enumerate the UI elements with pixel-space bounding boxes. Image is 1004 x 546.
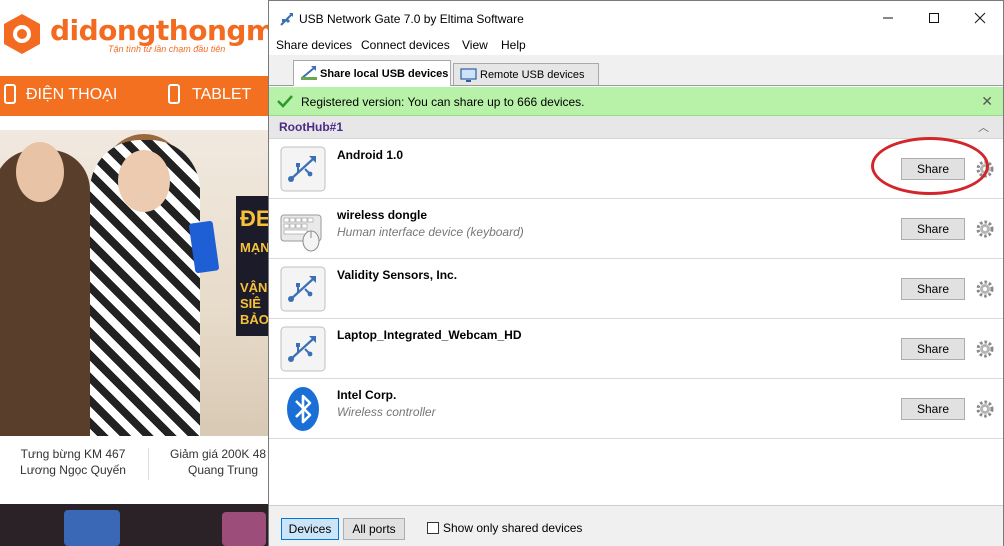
roothub-header[interactable]: RootHub#1 ︿ <box>269 116 1003 139</box>
gear-icon[interactable] <box>975 159 995 179</box>
tab-remote-usb[interactable]: Remote USB devices <box>453 63 599 85</box>
close-icon <box>974 12 986 24</box>
title-bar[interactable]: USB Network Gate 7.0 by Eltima Software <box>269 1 1003 35</box>
tab-strip: Share local USB devices Remote USB devic… <box>269 55 1003 86</box>
promo-item[interactable]: Tưng bừng KM 467 Lương Ngọc Quyến <box>18 446 128 478</box>
promo-strip: Tưng bừng KM 467 Lương Ngọc Quyến Giảm g… <box>0 446 270 486</box>
share-button[interactable]: Share <box>901 398 965 420</box>
menu-share-devices[interactable]: Share devices <box>276 38 352 52</box>
menu-bar: Share devices Connect devices View Help <box>269 35 1003 55</box>
maximize-button[interactable] <box>911 1 957 35</box>
promo-line: Quang Trung <box>188 463 259 477</box>
device-name: Validity Sensors, Inc. <box>337 268 458 282</box>
show-only-shared-label: Show only shared devices <box>443 521 583 535</box>
gear-icon[interactable] <box>975 219 995 239</box>
device-name: Laptop_Integrated_Webcam_HD <box>337 328 522 342</box>
hero-banner-image[interactable]: ĐE MẠN VẬN SIÊ BẢO <box>0 130 270 436</box>
promo-line: Tưng bừng KM 467 <box>20 447 126 461</box>
promo-line: Giảm giá 200K 48 <box>170 447 267 461</box>
tablet-icon <box>168 84 180 104</box>
device-name: wireless dongle <box>337 208 428 222</box>
all-ports-view-button[interactable]: All ports <box>343 518 405 540</box>
collapse-chevron-icon[interactable]: ︿ <box>978 119 989 135</box>
site-slogan: Tận tình từ lần chạm đầu tiên <box>108 44 226 54</box>
hero-face-left <box>16 142 64 202</box>
roothub-title: RootHub#1 <box>279 120 343 134</box>
product-thumbnail[interactable] <box>222 512 266 546</box>
usb-network-gate-app-icon <box>280 13 293 26</box>
usb-icon <box>280 326 326 372</box>
menu-help[interactable]: Help <box>501 38 526 52</box>
share-button[interactable]: Share <box>901 158 965 180</box>
device-row[interactable]: Laptop_Integrated_Webcam_HD Share <box>269 319 1003 379</box>
device-list: Android 1.0 Share wireless dongle Human … <box>269 139 1003 439</box>
hero-banner-text: VẬN <box>240 280 268 295</box>
usb-icon <box>280 266 326 312</box>
gear-icon[interactable] <box>975 279 995 299</box>
gear-icon[interactable] <box>975 339 995 359</box>
hero-face-right <box>118 150 170 212</box>
device-name: Intel Corp. <box>337 388 397 402</box>
hero-banner-text: ĐE <box>240 206 270 231</box>
device-description: Wireless controller <box>337 405 436 419</box>
logo-hexagon-icon <box>4 14 40 54</box>
nav-item-tablet[interactable]: TABLET <box>192 86 251 104</box>
product-thumbnail[interactable] <box>64 510 120 546</box>
usb-icon <box>280 146 326 192</box>
maximize-icon <box>929 13 939 23</box>
device-name: Android 1.0 <box>337 148 404 162</box>
device-row[interactable]: Validity Sensors, Inc. Share <box>269 259 1003 319</box>
promo-line: Lương Ngọc Quyến <box>20 463 126 477</box>
registration-notice: Registered version: You can share up to … <box>269 87 1003 116</box>
phone-icon <box>4 84 16 104</box>
bluetooth-icon <box>287 387 319 431</box>
minimize-icon <box>883 17 893 19</box>
bottom-toolbar: Devices All ports Show only shared devic… <box>269 505 1003 546</box>
gear-icon[interactable] <box>975 399 995 419</box>
device-row[interactable]: Android 1.0 Share <box>269 139 1003 199</box>
usb-network-gate-window: USB Network Gate 7.0 by Eltima Software … <box>268 0 1004 546</box>
site-bottom-strip <box>0 504 270 546</box>
promo-item[interactable]: Giảm giá 200K 48 Quang Trung <box>170 446 270 478</box>
share-button[interactable]: Share <box>901 218 965 240</box>
nav-item-phone[interactable]: ĐIỆN THOẠI <box>26 86 117 104</box>
check-icon <box>277 95 293 108</box>
monitor-icon <box>460 68 477 82</box>
hero-banner-text: BẢO <box>240 312 269 327</box>
keyboard-mouse-icon <box>280 214 322 252</box>
background-website: didongthongminh Tận tình từ lần chạm đầu… <box>0 0 270 546</box>
device-row[interactable]: Intel Corp. Wireless controller Share <box>269 379 1003 439</box>
hero-banner-text: MẠN <box>240 240 270 255</box>
divider <box>148 448 149 480</box>
share-button[interactable]: Share <box>901 338 965 360</box>
share-usb-icon <box>301 66 317 80</box>
site-logo-text[interactable]: didongthongminh <box>50 14 270 47</box>
minimize-button[interactable] <box>865 1 911 35</box>
device-description: Human interface device (keyboard) <box>337 225 524 239</box>
tab-label: Remote USB devices <box>480 68 585 81</box>
notice-text: Registered version: You can share up to … <box>301 95 585 109</box>
tab-label: Share local USB devices <box>320 67 449 80</box>
hero-banner-text: SIÊ <box>240 296 261 311</box>
devices-view-button[interactable]: Devices <box>281 518 339 540</box>
window-title: USB Network Gate 7.0 by Eltima Software <box>299 12 524 26</box>
tab-share-local-usb[interactable]: Share local USB devices <box>293 60 451 86</box>
notice-close-icon[interactable]: ✕ <box>981 93 993 110</box>
site-nav: ĐIỆN THOẠI TABLET <box>0 76 270 116</box>
menu-view[interactable]: View <box>462 38 488 52</box>
share-button[interactable]: Share <box>901 278 965 300</box>
menu-connect-devices[interactable]: Connect devices <box>361 38 450 52</box>
close-button[interactable] <box>957 1 1003 35</box>
show-only-shared-checkbox[interactable] <box>427 522 439 534</box>
site-header: didongthongminh Tận tình từ lần chạm đầu… <box>0 0 270 76</box>
device-row[interactable]: wireless dongle Human interface device (… <box>269 199 1003 259</box>
